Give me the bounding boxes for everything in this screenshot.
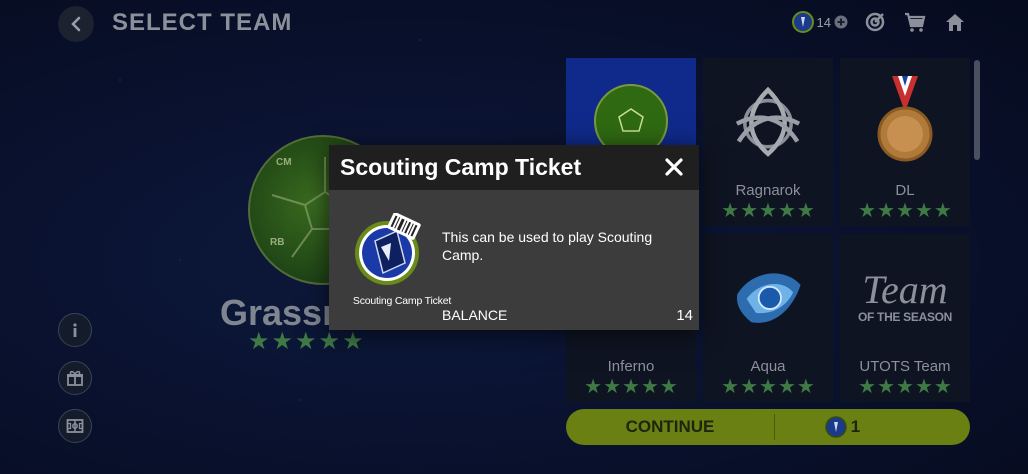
rewards-button[interactable] [58, 361, 92, 395]
close-icon [665, 158, 683, 176]
star-icon: ★ [877, 200, 896, 222]
star-icon: ★ [295, 328, 317, 355]
back-button[interactable] [58, 6, 94, 42]
item-description: This can be used to play Scouting Camp. [442, 229, 653, 263]
team-rating: ★ ★ ★ ★ ★ [840, 377, 970, 397]
team-rating: ★ ★ ★ ★ ★ [703, 201, 833, 221]
star-icon: ★ [318, 328, 341, 355]
triquetra-knot-icon [735, 86, 801, 157]
continue-cost: 1 [775, 416, 970, 438]
team-art [865, 75, 945, 166]
close-button[interactable] [663, 156, 685, 178]
home-button[interactable] [942, 9, 968, 35]
continue-button[interactable]: CONTINUE 1 [566, 409, 970, 445]
team-grid-scrollbar[interactable] [974, 60, 980, 160]
star-icon: ★ [858, 200, 877, 222]
item-caption: Scouting Camp Ticket [352, 295, 452, 307]
shop-button[interactable] [902, 9, 928, 35]
star-icon: ★ [777, 376, 796, 398]
chevron-left-icon [71, 16, 81, 32]
star-icon: ★ [342, 328, 364, 355]
star-icon: ★ [603, 376, 622, 398]
star-icon: ★ [759, 376, 777, 398]
team-art: Team OF THE SEASON [850, 252, 960, 342]
star-icon: ★ [914, 200, 933, 222]
dialog-header: Scouting Camp Ticket [329, 145, 699, 190]
star-icon: ★ [740, 200, 759, 222]
info-icon [73, 323, 77, 337]
star-icon: ★ [271, 328, 294, 355]
item-info-dialog: Scouting Camp Ticket Scouting Camp Ticke… [329, 145, 699, 330]
star-icon: ★ [877, 376, 896, 398]
ticket-count-value: 14 [816, 14, 831, 30]
team-rating: ★ ★ ★ ★ ★ [703, 377, 833, 397]
team-of-the-season-subtitle: OF THE SEASON [857, 310, 953, 324]
water-splash-icon [736, 273, 801, 323]
ticket-balance[interactable]: 14 [791, 11, 848, 33]
star-icon: ★ [796, 376, 815, 398]
formation-button[interactable] [58, 409, 92, 443]
dialog-title: Scouting Camp Ticket [340, 154, 582, 180]
continue-cost-value: 1 [850, 417, 861, 436]
team-card-ragnarok[interactable]: Ragnarok ★ ★ ★ ★ ★ [703, 58, 833, 226]
star-icon: ★ [622, 376, 640, 398]
star-icon: ★ [914, 376, 933, 398]
team-name: Inferno [607, 358, 655, 375]
star-icon: ★ [640, 376, 659, 398]
team-name: DL [895, 182, 915, 199]
target-icon [865, 12, 885, 32]
star-icon: ★ [933, 200, 952, 222]
star-icon: ★ [584, 376, 603, 398]
team-art [728, 76, 808, 166]
star-icon: ★ [796, 200, 815, 222]
star-icon: ★ [933, 376, 952, 398]
team-rating: ★ ★ ★ ★ ★ [566, 377, 696, 397]
star-icon: ★ [248, 328, 270, 355]
home-icon [946, 14, 964, 31]
ball-label-rb: RB [270, 237, 285, 248]
pitch-icon [66, 419, 84, 433]
star-icon: ★ [721, 200, 740, 222]
ticket-icon [791, 11, 814, 33]
scouting-ticket-icon [355, 213, 421, 285]
header-toolbar: 14 [791, 9, 968, 35]
selected-team-rating: ★ ★ ★ ★ ★ [248, 330, 364, 354]
info-button[interactable] [58, 313, 92, 347]
target-button[interactable] [862, 9, 888, 35]
add-icon[interactable] [834, 15, 848, 29]
continue-label: CONTINUE [625, 417, 715, 436]
balance-label: BALANCE [442, 307, 508, 323]
team-name: UTOTS Team [859, 358, 951, 375]
star-icon: ★ [896, 376, 914, 398]
team-card-aqua[interactable]: Aqua ★ ★ ★ ★ ★ [703, 234, 833, 402]
star-icon: ★ [721, 376, 740, 398]
team-card-utots[interactable]: Team OF THE SEASON UTOTS Team ★ ★ ★ ★ ★ [840, 234, 970, 402]
star-icon: ★ [777, 200, 796, 222]
team-name: Ragnarok [735, 182, 801, 199]
team-name: Aqua [750, 358, 786, 375]
team-rating: ★ ★ ★ ★ ★ [840, 201, 970, 221]
team-card-dl[interactable]: DL ★ ★ ★ ★ ★ [840, 58, 970, 226]
medal-icon [877, 75, 933, 161]
star-icon: ★ [759, 200, 777, 222]
ball-label-cm: CM [276, 157, 292, 168]
star-icon: ★ [659, 376, 678, 398]
star-icon: ★ [740, 376, 759, 398]
gift-icon [67, 370, 83, 386]
star-icon: ★ [896, 200, 914, 222]
page-title: SELECT TEAM [112, 9, 293, 36]
balance-value: 14 [676, 307, 693, 324]
team-of-the-season-logo: Team [862, 267, 948, 312]
ticket-icon [825, 416, 847, 438]
star-icon: ★ [858, 376, 877, 398]
team-art [728, 252, 808, 342]
cart-icon [905, 12, 926, 32]
